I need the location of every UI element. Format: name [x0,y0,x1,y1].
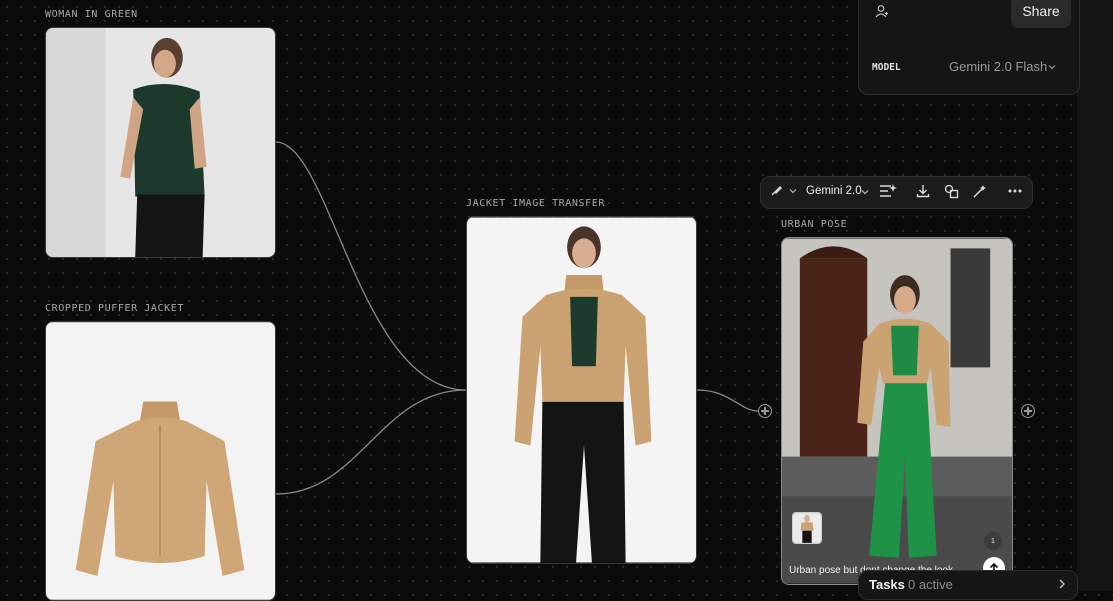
connector-woman-to-transfer [275,141,467,391]
model-chevron-down-icon[interactable] [861,188,869,196]
sparkle-adjust-icon[interactable] [879,183,897,199]
chevron-right-icon[interactable] [1058,578,1066,590]
chevron-down-icon[interactable] [789,187,797,195]
woman-in-green-illustration [46,28,275,257]
add-input-button[interactable] [758,404,772,418]
connector-jacket-to-transfer [275,389,467,495]
model-select-chevron-icon[interactable] [1048,63,1056,71]
user-plus-icon[interactable] [875,4,889,18]
jacket-illustration [46,322,275,600]
node-label-urban-pose: URBAN POSE [781,219,848,230]
brush-icon[interactable] [769,184,783,198]
add-output-button[interactable] [1021,404,1035,418]
node-label-cropped-puffer-jacket: CROPPED PUFFER JACKET [45,303,185,314]
jacket-transfer-illustration [467,217,696,563]
model-select[interactable]: Gemini 2.0 Flash [949,59,1047,74]
toolbar-model-label[interactable]: Gemini 2.0 [806,185,862,197]
model-label: MODEL [872,62,901,73]
node-label-jacket-image-transfer: JACKET IMAGE TRANSFER [466,198,606,209]
thumbnail-illustration [793,513,821,543]
reference-thumbnail[interactable] [792,512,822,544]
more-icon[interactable] [1008,189,1022,193]
cropped-puffer-jacket-image[interactable] [45,321,276,601]
tasks-count: 0 active [908,577,953,592]
woman-in-green-image[interactable] [45,27,276,258]
share-button[interactable]: Share [1011,0,1071,28]
node-label-woman-in-green: WOMAN IN GREEN [45,9,138,20]
count-badge: 1 [984,532,1002,550]
connector-transfer-to-urban [696,389,759,412]
magic-wand-icon[interactable] [972,184,987,199]
download-icon[interactable] [916,184,930,198]
tasks-title: Tasks [869,577,905,592]
jacket-image-transfer-image[interactable] [466,216,697,564]
shapes-icon[interactable] [944,184,959,199]
